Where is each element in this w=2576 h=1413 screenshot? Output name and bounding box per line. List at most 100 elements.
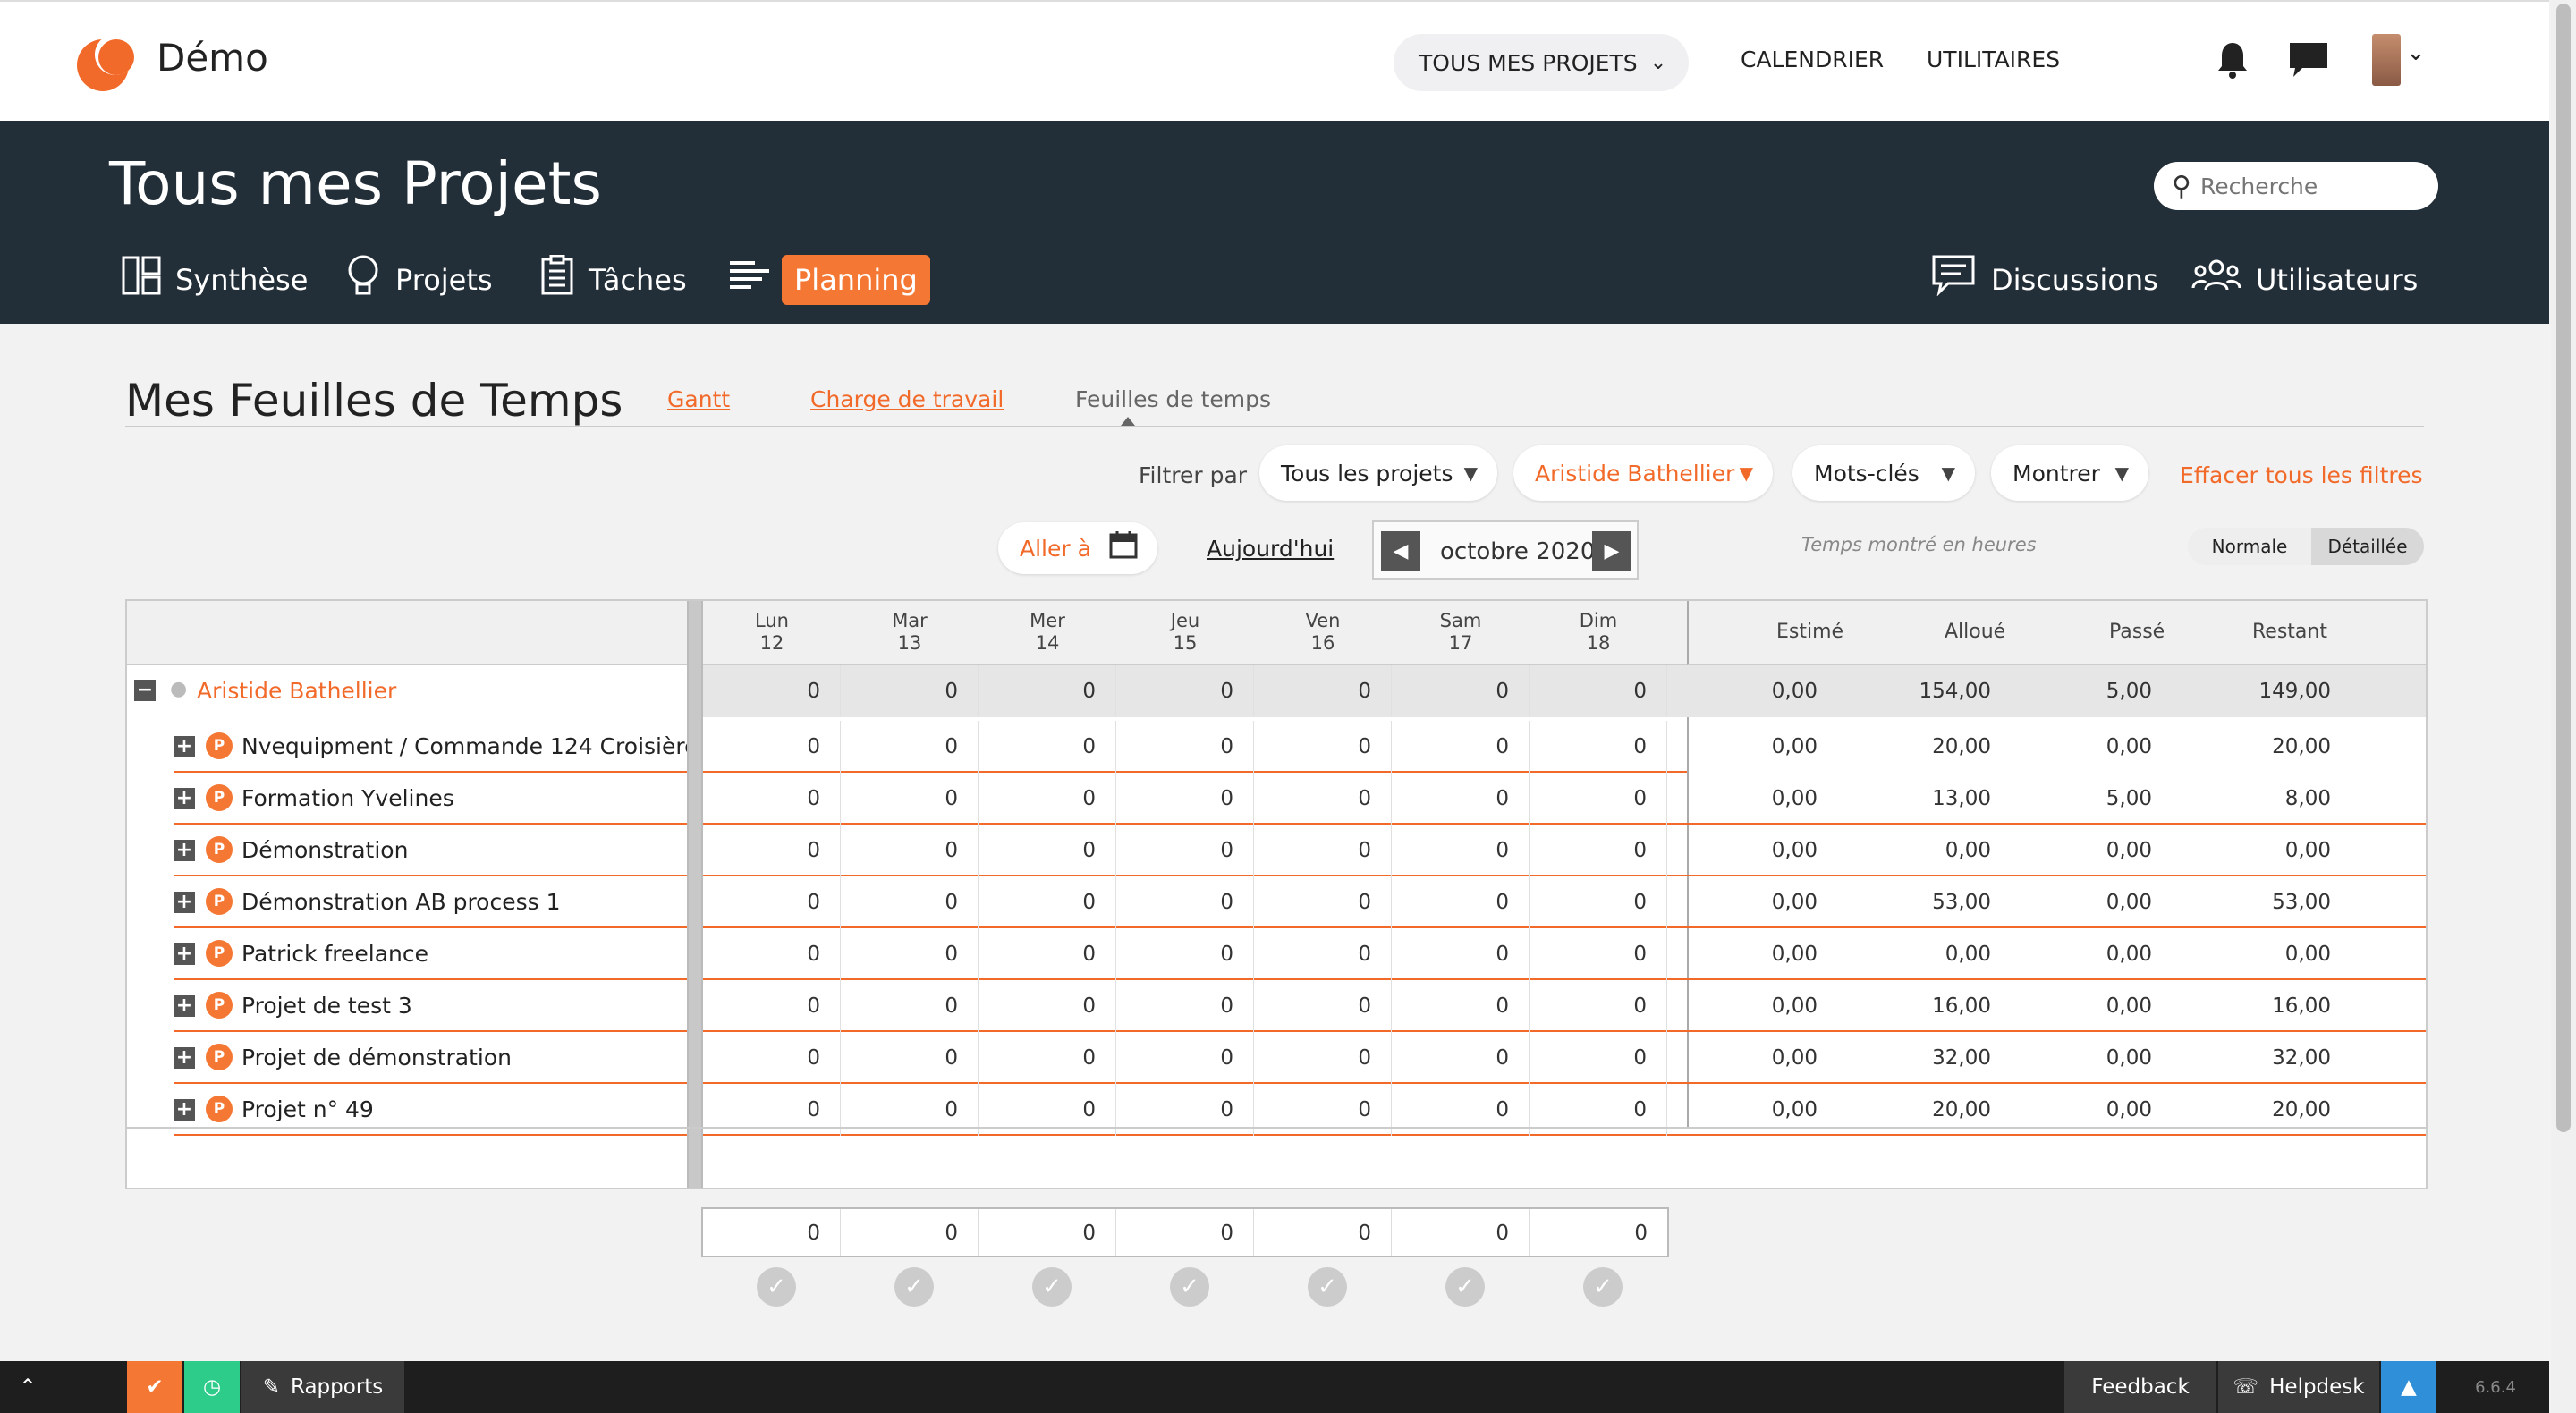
avatar[interactable] bbox=[2372, 34, 2401, 86]
day-hours-cell[interactable]: 0 bbox=[841, 665, 979, 717]
validate-day-check-icon[interactable]: ✓ bbox=[757, 1267, 796, 1307]
project-name[interactable]: Démonstration AB process 1 bbox=[242, 889, 561, 915]
validate-day-check-icon[interactable]: ✓ bbox=[1170, 1267, 1209, 1307]
expand-icon[interactable]: + bbox=[174, 1047, 195, 1069]
collapse-icon[interactable]: − bbox=[134, 680, 156, 701]
day-hours-cell[interactable]: 0 bbox=[1116, 773, 1254, 825]
day-hours-cell[interactable]: 0 bbox=[979, 825, 1116, 876]
expand-icon[interactable]: + bbox=[174, 892, 195, 913]
day-hours-cell[interactable]: 0 bbox=[979, 980, 1116, 1032]
projects-filter-dropdown[interactable]: Tous les projets ▼ bbox=[1259, 445, 1497, 501]
chat-icon[interactable] bbox=[2288, 41, 2329, 88]
user-filter-dropdown[interactable]: Aristide Bathellier ▼ bbox=[1513, 445, 1773, 501]
helpdesk-button[interactable]: ☏ Helpdesk bbox=[2218, 1361, 2379, 1413]
day-hours-cell[interactable]: 0 bbox=[841, 1032, 979, 1084]
day-hours-cell[interactable]: 0 bbox=[979, 721, 1116, 773]
day-hours-cell[interactable]: 0 bbox=[1530, 825, 1667, 876]
day-hours-cell[interactable]: 0 bbox=[1530, 980, 1667, 1032]
day-hours-cell[interactable]: 0 bbox=[841, 825, 979, 876]
reports-button[interactable]: ✎ Rapports bbox=[242, 1361, 404, 1413]
day-hours-cell[interactable]: 0 bbox=[1530, 928, 1667, 980]
day-hours-cell[interactable]: 0 bbox=[1254, 825, 1392, 876]
view-detailed-button[interactable]: Détaillée bbox=[2311, 528, 2424, 565]
day-hours-cell[interactable]: 0 bbox=[841, 721, 979, 773]
collapse-toolbar-button[interactable]: ⌃ bbox=[0, 1361, 55, 1413]
day-hours-cell[interactable]: 0 bbox=[1392, 825, 1530, 876]
tasks-button[interactable]: ✔ bbox=[127, 1361, 182, 1413]
day-hours-cell[interactable]: 0 bbox=[1116, 980, 1254, 1032]
project-name[interactable]: Patrick freelance bbox=[242, 941, 428, 967]
previous-month-button[interactable]: ◀ bbox=[1381, 531, 1420, 571]
day-hours-cell[interactable]: 0 bbox=[979, 876, 1116, 928]
column-splitter[interactable] bbox=[687, 601, 703, 1188]
day-hours-cell[interactable]: 0 bbox=[1392, 980, 1530, 1032]
subtab-workload[interactable]: Charge de travail bbox=[810, 386, 1004, 412]
day-hours-cell[interactable]: 0 bbox=[703, 928, 841, 980]
tab-synthese[interactable]: Synthèse bbox=[122, 255, 308, 305]
page-scrollbar[interactable] bbox=[2551, 0, 2576, 1413]
day-hours-cell[interactable]: 0 bbox=[703, 721, 841, 773]
tab-taches[interactable]: Tâches bbox=[540, 254, 687, 305]
day-hours-cell[interactable]: 0 bbox=[1116, 1032, 1254, 1084]
day-hours-cell[interactable]: 0 bbox=[1254, 928, 1392, 980]
keywords-filter-dropdown[interactable]: Mots-clés ▼ bbox=[1792, 445, 1975, 501]
day-hours-cell[interactable]: 0 bbox=[979, 773, 1116, 825]
day-hours-cell[interactable]: 0 bbox=[841, 928, 979, 980]
day-hours-cell[interactable]: 0 bbox=[1392, 665, 1530, 717]
day-hours-cell[interactable]: 0 bbox=[1392, 1032, 1530, 1084]
expand-icon[interactable]: + bbox=[174, 840, 195, 861]
day-hours-cell[interactable]: 0 bbox=[1254, 1032, 1392, 1084]
day-hours-cell[interactable]: 0 bbox=[1392, 928, 1530, 980]
day-hours-cell[interactable]: 0 bbox=[703, 1032, 841, 1084]
tab-discussions[interactable]: Discussions bbox=[1932, 255, 2158, 305]
day-hours-cell[interactable]: 0 bbox=[1116, 721, 1254, 773]
tab-projets[interactable]: Projets bbox=[345, 255, 493, 305]
project-name[interactable]: Projet de démonstration bbox=[242, 1045, 512, 1070]
user-name[interactable]: Aristide Bathellier bbox=[197, 678, 396, 704]
subtab-timesheets[interactable]: Feuilles de temps bbox=[1075, 386, 1271, 412]
bell-icon[interactable] bbox=[2216, 41, 2249, 88]
project-name[interactable]: Formation Yvelines bbox=[242, 785, 454, 811]
day-hours-cell[interactable]: 0 bbox=[703, 773, 841, 825]
day-hours-cell[interactable]: 0 bbox=[703, 980, 841, 1032]
day-hours-cell[interactable]: 0 bbox=[1116, 928, 1254, 980]
day-hours-cell[interactable]: 0 bbox=[1254, 980, 1392, 1032]
projects-menu-button[interactable]: TOUS MES PROJETS ⌄ bbox=[1394, 34, 1689, 91]
view-normal-button[interactable]: Normale bbox=[2188, 528, 2311, 565]
day-hours-cell[interactable]: 0 bbox=[979, 928, 1116, 980]
project-name[interactable]: Nvequipment / Commande 124 Croisière bbox=[242, 733, 698, 759]
day-hours-cell[interactable]: 0 bbox=[1530, 721, 1667, 773]
expand-icon[interactable]: + bbox=[174, 736, 195, 757]
day-hours-cell[interactable]: 0 bbox=[1254, 773, 1392, 825]
day-hours-cell[interactable]: 0 bbox=[841, 980, 979, 1032]
day-hours-cell[interactable]: 0 bbox=[1530, 876, 1667, 928]
goto-date-button[interactable]: Aller à bbox=[998, 522, 1157, 574]
day-hours-cell[interactable]: 0 bbox=[1116, 825, 1254, 876]
day-hours-cell[interactable]: 0 bbox=[1392, 773, 1530, 825]
project-name[interactable]: Projet de test 3 bbox=[242, 993, 412, 1019]
day-hours-cell[interactable]: 0 bbox=[1392, 876, 1530, 928]
today-link[interactable]: Aujourd'hui bbox=[1207, 536, 1334, 562]
search-input[interactable] bbox=[2199, 173, 2415, 199]
validate-day-check-icon[interactable]: ✓ bbox=[1308, 1267, 1347, 1307]
expand-icon[interactable]: + bbox=[174, 943, 195, 965]
expand-icon[interactable]: + bbox=[174, 1099, 195, 1121]
search-box[interactable]: ⚲ bbox=[2154, 162, 2438, 210]
next-month-button[interactable]: ▶ bbox=[1592, 531, 1631, 571]
day-hours-cell[interactable]: 0 bbox=[1254, 721, 1392, 773]
validate-day-check-icon[interactable]: ✓ bbox=[894, 1267, 934, 1307]
expand-icon[interactable]: + bbox=[174, 788, 195, 809]
day-hours-cell[interactable]: 0 bbox=[979, 665, 1116, 717]
feedback-button[interactable]: Feedback bbox=[2064, 1361, 2216, 1413]
day-hours-cell[interactable]: 0 bbox=[841, 773, 979, 825]
subtab-gantt[interactable]: Gantt bbox=[667, 386, 730, 412]
app-logo[interactable] bbox=[77, 34, 136, 93]
day-hours-cell[interactable]: 0 bbox=[1254, 665, 1392, 717]
training-button[interactable]: ▲ bbox=[2381, 1361, 2436, 1413]
show-filter-dropdown[interactable]: Montrer ▼ bbox=[1991, 445, 2148, 501]
tab-planning[interactable]: Planning bbox=[782, 255, 930, 305]
utilities-link[interactable]: UTILITAIRES bbox=[1927, 47, 2060, 72]
day-hours-cell[interactable]: 0 bbox=[1530, 1032, 1667, 1084]
calendar-link[interactable]: CALENDRIER bbox=[1741, 47, 1884, 72]
validate-day-check-icon[interactable]: ✓ bbox=[1032, 1267, 1072, 1307]
